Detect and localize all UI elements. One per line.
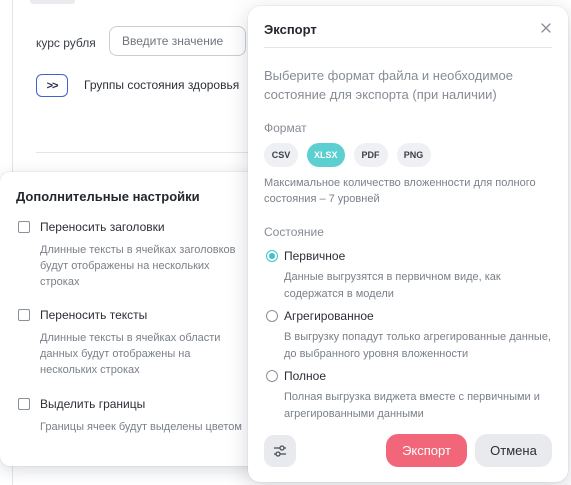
format-chip-png[interactable]: PNG [396, 143, 431, 167]
rate-input[interactable] [109, 26, 246, 56]
format-chip-xlsx[interactable]: XLSX [307, 143, 345, 167]
top-tab-stub [30, 0, 75, 4]
dialog-divider [264, 47, 552, 48]
state-option-label: Агрегированное [284, 309, 374, 323]
option-label: Переносить заголовки [40, 220, 165, 234]
checkbox-highlight-borders[interactable] [18, 398, 30, 410]
settings-title: Дополнительные настройки [16, 189, 200, 204]
checkbox-wrap-texts[interactable] [18, 309, 30, 321]
export-dialog: Экспорт Выберите формат файла и необходи… [248, 6, 568, 482]
format-label: Формат [264, 121, 307, 135]
state-option-label: Полное [284, 369, 327, 383]
double-chevron-right-icon: >> [46, 79, 59, 92]
cancel-button[interactable]: Отмена [475, 434, 552, 467]
dialog-title: Экспорт [264, 22, 317, 37]
state-label: Состояние [264, 225, 324, 239]
format-chip-csv[interactable]: CSV [264, 143, 298, 167]
close-icon[interactable] [538, 20, 554, 36]
format-chips: CSV XLSX PDF PNG [264, 143, 431, 167]
additional-settings-button[interactable] [264, 435, 296, 467]
rate-label: курс рубля [36, 36, 96, 50]
max-nesting-note: Максимальное количество вложенности для … [264, 177, 536, 205]
radio-full[interactable] [266, 370, 278, 382]
radio-aggregated[interactable] [266, 310, 278, 322]
page-divider-horizontal [36, 152, 266, 153]
expand-groups-button[interactable]: >> [36, 74, 68, 97]
option-description: Длинные тексты в ячейках области данных … [40, 332, 221, 376]
option-description: Длинные тексты в ячейках заголовков буду… [40, 244, 236, 288]
export-button[interactable]: Экспорт [386, 434, 467, 467]
dialog-intro: Выберите формат файла и необходимое сост… [264, 68, 513, 102]
option-label: Переносить тексты [40, 308, 148, 322]
health-groups-label: Группы состояния здоровья [84, 78, 240, 92]
radio-primary[interactable] [266, 250, 278, 262]
option-description: Границы ячеек будут выделены цветом [40, 421, 242, 433]
state-option-label: Первичное [284, 249, 346, 263]
state-option-description: Полная выгрузка виджета вместе с первичн… [284, 391, 540, 420]
additional-settings-popover: Дополнительные настройки Переносить заго… [0, 172, 260, 466]
sliders-icon [274, 445, 286, 457]
state-option-description: В выгрузку попадут только агрегированные… [284, 331, 551, 360]
option-label: Выделить границы [40, 397, 146, 411]
format-chip-pdf[interactable]: PDF [353, 143, 388, 167]
checkbox-wrap-headers[interactable] [18, 221, 30, 233]
state-option-description: Данные выгрузятся в первичном виде, как … [284, 271, 501, 300]
